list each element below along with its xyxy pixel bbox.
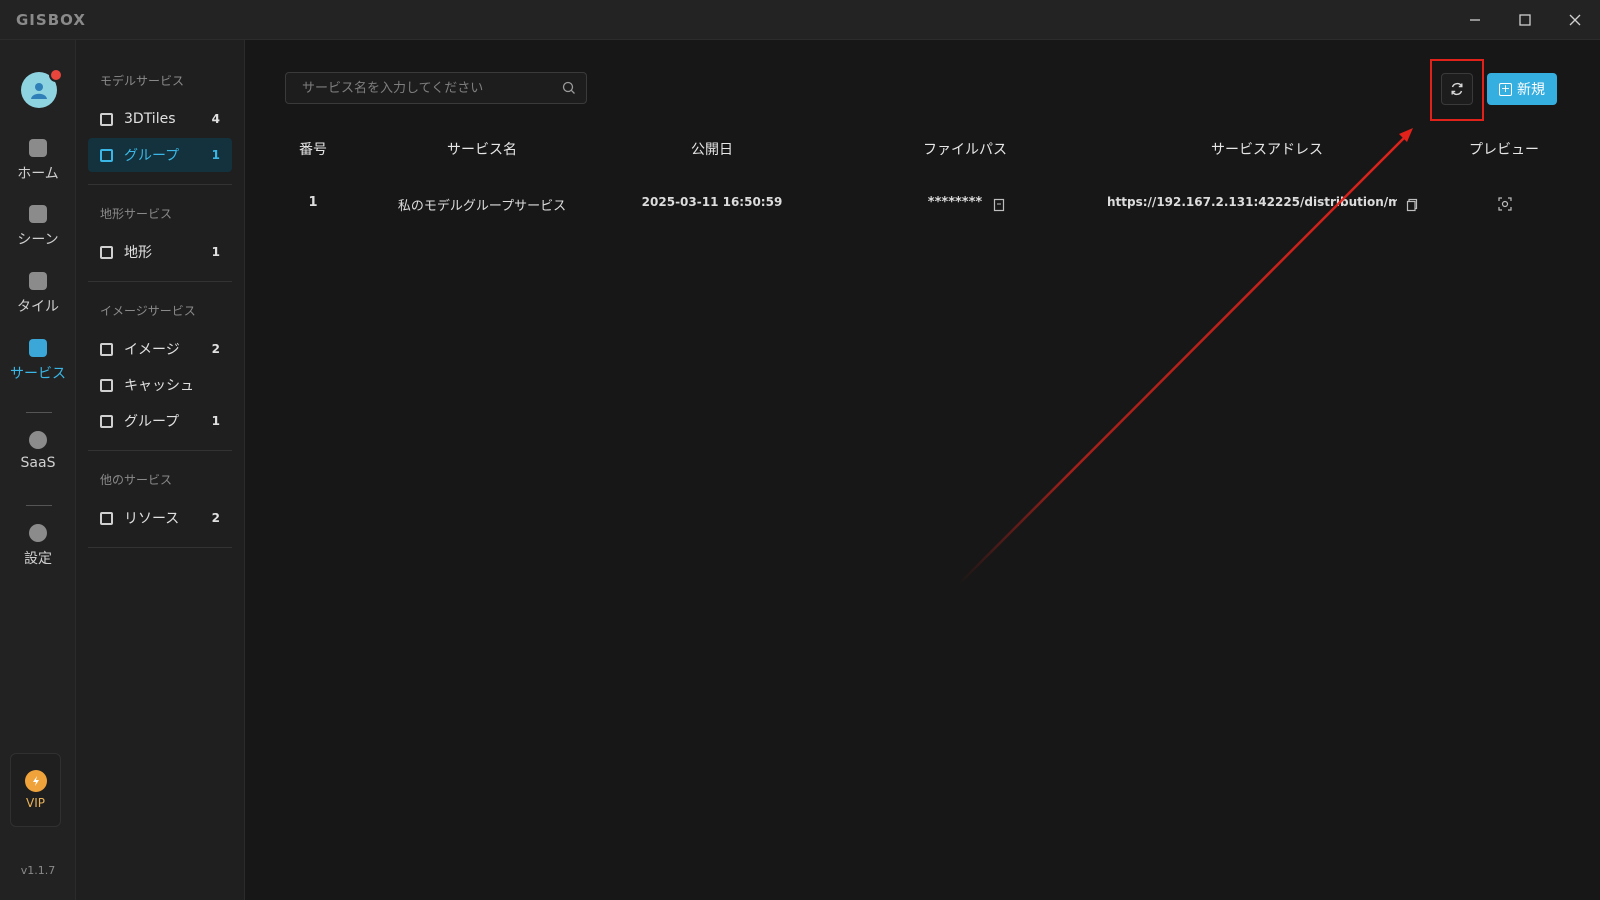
minimize-icon bbox=[1470, 19, 1480, 21]
rail-item-service[interactable]: サービス bbox=[0, 339, 76, 395]
main-content: + 新規 番号 サービス名 公開日 ファイルパス サービスアドレス プレビュー … bbox=[245, 40, 1600, 900]
row-service-address: https://192.167.2.131:42225/distribution… bbox=[1107, 195, 1397, 209]
subnav-item-image[interactable]: イメージ 2 bbox=[88, 332, 232, 366]
rail-label: SaaS bbox=[20, 455, 56, 471]
section-divider bbox=[88, 450, 232, 451]
close-button[interactable] bbox=[1560, 6, 1590, 34]
subnav-count: 1 bbox=[211, 245, 220, 259]
section-divider bbox=[88, 547, 232, 548]
section-divider bbox=[88, 184, 232, 185]
subnav-item-resource[interactable]: リソース 2 bbox=[88, 501, 232, 535]
rail-item-settings[interactable]: 設定 bbox=[0, 524, 76, 580]
maximize-icon bbox=[1519, 14, 1531, 26]
section-title: モデルサービス bbox=[100, 74, 185, 88]
search-input[interactable] bbox=[286, 73, 556, 103]
column-header-publish-date: 公開日 bbox=[691, 142, 733, 158]
user-icon bbox=[31, 83, 47, 99]
maximize-button[interactable] bbox=[1510, 6, 1540, 34]
rail-item-saas[interactable]: SaaS bbox=[0, 431, 76, 487]
notification-badge bbox=[49, 68, 63, 82]
row-service-name: 私のモデルグループサービス bbox=[397, 199, 567, 214]
settings-icon bbox=[29, 524, 47, 542]
row-publish-date: 2025-03-11 16:50:59 bbox=[641, 195, 783, 209]
rail-divider bbox=[26, 412, 52, 413]
vip-label: VIP bbox=[26, 796, 45, 810]
tile-icon bbox=[29, 272, 47, 290]
group-icon bbox=[100, 414, 113, 428]
subnav-item-model-group[interactable]: グループ 1 bbox=[88, 138, 232, 172]
rail-label: サービス bbox=[10, 366, 66, 382]
rail-label: タイル bbox=[17, 299, 59, 315]
column-header-preview: プレビュー bbox=[1469, 142, 1539, 158]
subnav-label: グループ bbox=[124, 148, 180, 164]
subnav-item-image-group[interactable]: グループ 1 bbox=[88, 404, 232, 438]
vip-button[interactable]: VIP bbox=[10, 753, 61, 827]
column-header-service-name: サービス名 bbox=[447, 142, 517, 158]
rail-label: 設定 bbox=[24, 551, 52, 567]
subnav-count: 1 bbox=[211, 414, 220, 428]
resource-icon bbox=[100, 511, 113, 525]
subnav-count: 2 bbox=[211, 342, 220, 356]
refresh-button[interactable] bbox=[1441, 73, 1473, 105]
service-subnav: モデルサービス 3DTiles 4 グループ 1 地形サービス 地形 1 イメー… bbox=[76, 40, 245, 900]
search-box bbox=[285, 72, 587, 104]
subnav-item-terrain[interactable]: 地形 1 bbox=[88, 235, 232, 269]
cache-icon bbox=[100, 378, 113, 392]
section-divider bbox=[88, 281, 232, 282]
section-title: 地形サービス bbox=[100, 207, 173, 221]
new-button[interactable]: + 新規 bbox=[1487, 73, 1557, 105]
minimize-button[interactable] bbox=[1460, 6, 1490, 34]
app-logo: GISBOX bbox=[16, 11, 86, 29]
title-bar: GISBOX bbox=[0, 0, 1600, 40]
column-header-service-address: サービスアドレス bbox=[1211, 142, 1323, 158]
section-title: イメージサービス bbox=[100, 304, 196, 318]
row-file-path: ******** bbox=[927, 195, 983, 210]
subnav-count: 4 bbox=[211, 112, 220, 126]
subnav-label: キャッシュ bbox=[124, 378, 194, 394]
search-icon[interactable] bbox=[562, 81, 576, 95]
subnav-label: リソース bbox=[124, 511, 180, 527]
lock-icon bbox=[29, 431, 47, 449]
terrain-icon bbox=[100, 245, 113, 259]
home-icon bbox=[29, 139, 47, 157]
section-title: 他のサービス bbox=[100, 473, 173, 487]
group-icon bbox=[100, 148, 113, 162]
service-icon bbox=[29, 339, 47, 357]
add-icon: + bbox=[1499, 82, 1512, 96]
close-icon bbox=[1569, 14, 1581, 26]
subnav-label: グループ bbox=[124, 414, 180, 430]
column-header-number: 番号 bbox=[299, 142, 327, 158]
subnav-label: 地形 bbox=[124, 245, 152, 261]
app-version: v1.1.7 bbox=[20, 864, 56, 877]
rail-item-tile[interactable]: タイル bbox=[0, 272, 76, 328]
copy-address-icon[interactable] bbox=[1406, 198, 1418, 212]
subnav-count: 2 bbox=[211, 511, 220, 525]
user-avatar[interactable] bbox=[21, 68, 63, 108]
main-rail: ホーム シーン タイル サービス SaaS 設定 VIP v1.1.7 bbox=[0, 40, 76, 900]
rail-label: ホーム bbox=[17, 166, 59, 182]
rail-divider bbox=[26, 505, 52, 506]
subnav-count: 1 bbox=[211, 148, 220, 162]
row-number: 1 bbox=[308, 195, 318, 210]
3dtiles-icon bbox=[100, 112, 113, 126]
subnav-item-3dtiles[interactable]: 3DTiles 4 bbox=[88, 102, 232, 136]
column-header-file-path: ファイルパス bbox=[923, 142, 1007, 158]
preview-icon[interactable] bbox=[1498, 197, 1512, 211]
rail-item-home[interactable]: ホーム bbox=[0, 139, 76, 195]
refresh-icon bbox=[1451, 82, 1463, 96]
rail-label: シーン bbox=[17, 232, 59, 248]
subnav-label: イメージ bbox=[124, 342, 180, 358]
lightning-icon bbox=[24, 770, 47, 792]
file-path-copy-icon[interactable] bbox=[993, 198, 1005, 212]
subnav-item-cache[interactable]: キャッシュ bbox=[88, 368, 232, 402]
subnav-label: 3DTiles bbox=[124, 111, 176, 127]
new-button-label: 新規 bbox=[1517, 82, 1545, 98]
scene-icon bbox=[29, 205, 47, 223]
image-icon bbox=[100, 342, 113, 356]
rail-item-scene[interactable]: シーン bbox=[0, 205, 76, 261]
